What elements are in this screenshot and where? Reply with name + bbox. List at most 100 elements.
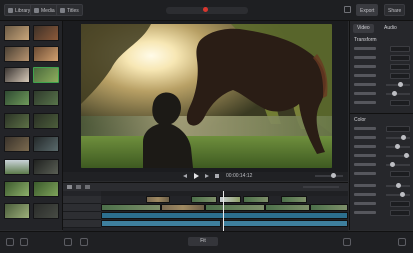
library-thumbnail[interactable] (4, 159, 30, 175)
blade-tool-icon[interactable] (76, 185, 81, 189)
section-heading-transform: Transform (354, 37, 377, 43)
track-header-video-1[interactable] (63, 204, 101, 212)
play-icon[interactable] (194, 173, 199, 179)
library-thumbnail[interactable] (33, 90, 59, 106)
value-field[interactable] (390, 46, 410, 52)
playhead[interactable] (223, 191, 224, 231)
tab-export[interactable]: Export (356, 4, 379, 16)
inspector-row (354, 144, 410, 151)
slider[interactable] (386, 82, 410, 87)
library-thumbnail[interactable] (33, 203, 59, 219)
library-thumbnail[interactable] (4, 25, 30, 41)
timeline-clip[interactable] (191, 196, 217, 203)
project-icon[interactable] (6, 238, 14, 246)
library-thumbnail-selected[interactable] (33, 67, 59, 83)
timeline-clip[interactable] (101, 204, 161, 211)
library-icon (8, 8, 13, 14)
timeline-clip[interactable] (310, 204, 348, 211)
slider[interactable] (386, 144, 410, 149)
timeline-clip[interactable] (161, 204, 205, 211)
library-thumbnail[interactable] (33, 46, 59, 62)
value-field[interactable] (390, 210, 410, 216)
value-field[interactable] (390, 201, 410, 207)
slider[interactable] (386, 135, 410, 140)
timeline-clip[interactable] (281, 196, 307, 203)
library-thumbnail[interactable] (4, 113, 30, 129)
library-thumbnail[interactable] (4, 203, 30, 219)
timeline-clip[interactable] (205, 204, 265, 211)
tab-titles[interactable]: Titles (56, 4, 83, 16)
row-label (354, 47, 376, 50)
volume-knob[interactable] (331, 173, 336, 178)
slider-knob[interactable] (404, 153, 409, 158)
slider[interactable] (386, 192, 410, 197)
row-label (354, 184, 376, 187)
row-label (354, 136, 376, 139)
inspector-row (354, 153, 410, 160)
settings-icon[interactable] (344, 6, 351, 13)
inspector-row (354, 73, 410, 80)
render-icon[interactable] (343, 238, 351, 246)
zoom-fit-button[interactable]: Fit (188, 237, 218, 246)
audio-clip[interactable] (101, 212, 348, 219)
video-frame[interactable] (81, 24, 332, 168)
video-viewer[interactable] (63, 21, 348, 173)
zoom-slider[interactable] (303, 186, 339, 188)
stop-icon[interactable] (215, 174, 219, 178)
timeline-panel[interactable] (63, 182, 348, 231)
row-label (354, 145, 376, 148)
skip-back-icon[interactable] (183, 174, 187, 178)
library-thumbnail[interactable] (33, 113, 59, 129)
slider-knob[interactable] (392, 91, 397, 96)
slider[interactable] (386, 183, 410, 188)
track-header-audio-2[interactable] (63, 220, 101, 228)
library-thumbnail[interactable] (33, 181, 59, 197)
timeline-clip[interactable] (146, 196, 170, 203)
slider[interactable] (386, 91, 410, 96)
tab-media[interactable]: Media (30, 4, 59, 16)
library-thumbnail[interactable] (4, 90, 30, 106)
slider-knob[interactable] (395, 144, 400, 149)
audio-clip[interactable] (101, 220, 221, 227)
help-icon[interactable] (398, 238, 406, 246)
tab-audio[interactable]: Audio (380, 24, 401, 33)
library-thumbnail[interactable] (4, 46, 30, 62)
value-field[interactable] (390, 171, 410, 177)
row-label (354, 74, 376, 77)
timeline-clip[interactable] (265, 204, 310, 211)
tab-share[interactable]: Share (384, 4, 406, 16)
library-thumbnail[interactable] (4, 136, 30, 152)
slider-knob[interactable] (396, 183, 401, 188)
slider-knob[interactable] (398, 82, 403, 87)
track-header-audio-1[interactable] (63, 212, 101, 220)
timeline-toolbar (63, 183, 348, 191)
track-header-video-2[interactable] (63, 196, 101, 204)
audio-clip[interactable] (223, 220, 348, 227)
tab-video[interactable]: Video (353, 24, 374, 33)
value-field[interactable] (386, 126, 410, 132)
value-field[interactable] (390, 73, 410, 79)
arrow-tool-icon[interactable] (67, 185, 72, 189)
undo-icon[interactable] (20, 238, 28, 246)
slider-knob[interactable] (401, 135, 406, 140)
library-thumbnail[interactable] (33, 25, 59, 41)
library-thumbnail[interactable] (33, 159, 59, 175)
value-field[interactable] (390, 64, 410, 70)
row-label (354, 127, 376, 130)
skip-forward-icon[interactable] (205, 174, 209, 178)
library-thumbnail[interactable] (4, 181, 30, 197)
snap-icon[interactable] (85, 185, 90, 189)
value-field[interactable] (390, 55, 410, 61)
slider-knob[interactable] (390, 162, 395, 167)
slider-knob[interactable] (400, 192, 405, 197)
import-icon[interactable] (64, 238, 72, 246)
library-thumbnail[interactable] (4, 67, 30, 83)
volume-slider[interactable] (315, 173, 343, 178)
slider[interactable] (386, 162, 410, 167)
slider[interactable] (386, 153, 410, 158)
record-indicator-icon[interactable] (203, 7, 208, 12)
folder-icon[interactable] (80, 238, 88, 246)
value-field[interactable] (390, 100, 410, 106)
library-thumbnail[interactable] (33, 136, 59, 152)
timeline-clip[interactable] (243, 196, 269, 203)
